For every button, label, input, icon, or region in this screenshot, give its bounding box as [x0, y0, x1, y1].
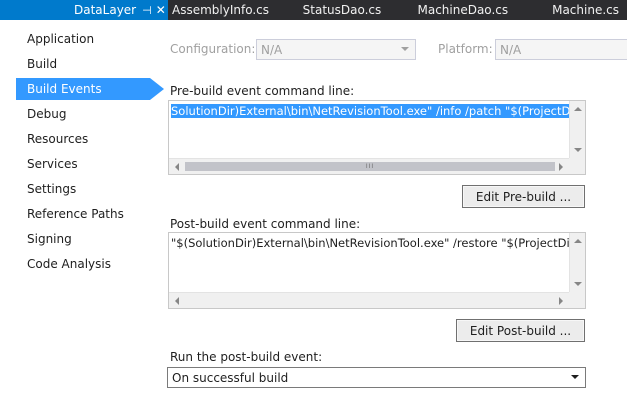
edit-postbuild-button[interactable]: Edit Post-build ... [456, 319, 585, 342]
configuration-value: N/A [261, 42, 283, 57]
sidebar-item-label: Build Events [27, 82, 102, 96]
sidebar-item-services[interactable]: Services [16, 153, 150, 175]
sidebar-item-label: Application [27, 32, 95, 46]
sidebar-item-debug[interactable]: Debug [16, 103, 150, 125]
sidebar-item-reference-paths[interactable]: Reference Paths [16, 203, 150, 225]
sidebar-item-build-events[interactable]: Build Events [16, 78, 164, 100]
scroll-up-icon[interactable] [574, 239, 582, 243]
postbuild-textbox[interactable]: "$(SolutionDir)External\bin\NetRevisionT… [168, 232, 586, 309]
sidebar-item-code-analysis[interactable]: Code Analysis [16, 253, 150, 275]
project-properties-sidebar: Application Build Build Events Debug Res… [0, 20, 164, 401]
prebuild-text: SolutionDir)External\bin\NetRevisionTool… [171, 103, 569, 119]
run-postbuild-select[interactable]: On successful build [167, 367, 586, 388]
sidebar-item-label: Settings [27, 182, 77, 196]
configuration-label: Configuration: [170, 42, 256, 56]
run-postbuild-label: Run the post-build event: [170, 350, 323, 364]
sidebar-item-label: Debug [27, 107, 67, 121]
tab-label: MachineDao.cs [417, 3, 509, 17]
platform-value: N/A [500, 42, 522, 57]
tab-machinedao[interactable]: MachineDao.cs [413, 0, 548, 20]
document-tab-strip: DataLayer ⊣ ✕ AssemblyInfo.cs StatusDao.… [0, 0, 627, 20]
prebuild-label: Pre-build event command line: [170, 84, 355, 98]
postbuild-label: Post-build event command line: [170, 217, 361, 231]
vertical-scrollbar[interactable] [569, 101, 585, 158]
postbuild-text: "$(SolutionDir)External\bin\NetRevisionT… [171, 236, 569, 250]
tab-datalayer-label: DataLayer [74, 3, 137, 17]
tab-assemblyinfo[interactable]: AssemblyInfo.cs [168, 0, 299, 20]
sidebar-item-build[interactable]: Build [16, 53, 150, 75]
sidebar-item-resources[interactable]: Resources [16, 128, 150, 150]
sidebar-item-application[interactable]: Application [16, 28, 150, 50]
sidebar-item-signing[interactable]: Signing [16, 228, 150, 250]
scroll-left-icon[interactable] [175, 297, 179, 305]
tab-label: AssemblyInfo.cs [172, 3, 270, 17]
vertical-scrollbar[interactable] [569, 233, 585, 292]
sidebar-item-label: Build [27, 57, 58, 71]
prebuild-textbox[interactable]: SolutionDir)External\bin\NetRevisionTool… [168, 100, 586, 175]
tab-label: StatusDao.cs [302, 3, 382, 17]
chevron-down-icon[interactable] [571, 375, 579, 379]
scrollbar-corner [569, 292, 585, 308]
sidebar-item-label: Code Analysis [27, 257, 111, 271]
sidebar-item-label: Services [27, 157, 78, 171]
tab-statusdao[interactable]: StatusDao.cs [299, 0, 414, 20]
tab-label: Machine.cs [552, 3, 619, 17]
build-events-panel: Configuration: N/A Platform: N/A Pre-bui… [150, 20, 627, 401]
scroll-right-icon[interactable] [559, 163, 563, 171]
scroll-down-icon[interactable] [574, 282, 582, 286]
edit-prebuild-button[interactable]: Edit Pre-build ... [462, 185, 585, 208]
scroll-up-icon[interactable] [574, 107, 582, 111]
platform-label: Platform: [438, 42, 493, 56]
tab-machine[interactable]: Machine.cs [548, 0, 627, 20]
tab-datalayer[interactable]: DataLayer ⊣ ✕ [0, 0, 168, 20]
scrollbar-thumb[interactable]: III [185, 162, 555, 171]
scroll-right-icon[interactable] [559, 297, 563, 305]
sidebar-item-label: Resources [27, 132, 89, 146]
sidebar-item-label: Reference Paths [27, 207, 124, 221]
scroll-down-icon[interactable] [574, 148, 582, 152]
horizontal-scrollbar[interactable]: III [169, 158, 569, 174]
scrollbar-corner [569, 158, 585, 174]
scroll-left-icon[interactable] [175, 163, 179, 171]
configuration-combo: N/A [256, 39, 416, 60]
horizontal-scrollbar[interactable] [169, 292, 569, 308]
chevron-down-icon [401, 47, 409, 51]
close-icon[interactable]: ✕ [156, 3, 166, 17]
grip-icon: III [365, 163, 375, 170]
run-postbuild-value: On successful build [172, 370, 289, 385]
sidebar-item-label: Signing [27, 232, 72, 246]
platform-combo: N/A [495, 39, 627, 60]
sidebar-item-settings[interactable]: Settings [16, 178, 150, 200]
pin-icon[interactable]: ⊣ [142, 4, 152, 17]
